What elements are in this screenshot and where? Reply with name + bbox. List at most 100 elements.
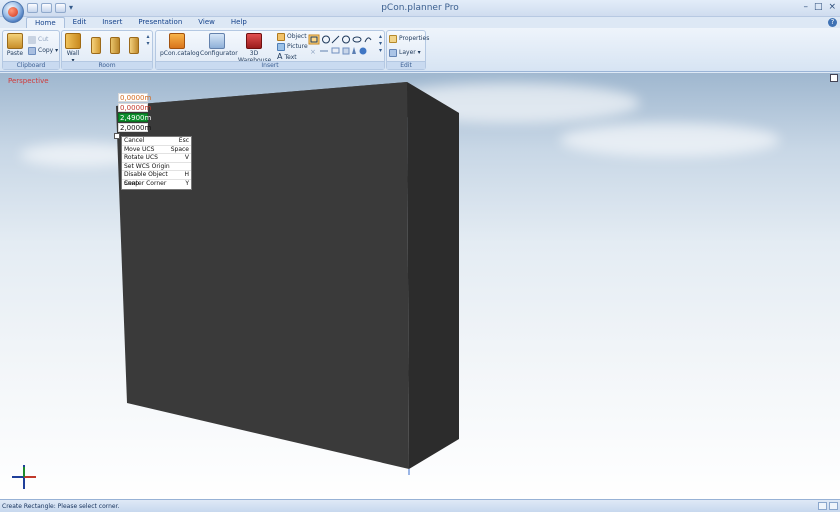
ellipse-tool-icon[interactable] [352,36,362,43]
window-icon [110,37,120,54]
opening-icon [129,37,139,54]
command-context-menu: Cancel Esc Move UCS Space Rotate UCS V Set … [121,136,192,190]
catalog-icon [169,33,185,49]
insert-object-button[interactable]: Object [277,32,307,41]
hatch-tool-icon[interactable] [342,47,350,55]
pcon-catalog-label: pCon.catalog [160,50,200,57]
3d-warehouse-button[interactable]: 3D Warehouse [238,33,271,64]
door-button[interactable] [90,37,102,55]
opening-button[interactable] [128,37,140,55]
circle-tool-icon[interactable] [322,35,330,44]
copy-button[interactable]: Copy ▾ [28,46,58,55]
paste-icon [7,33,23,49]
title-bar: ▾ pCon.planner Pro – □ × [0,0,840,17]
copy-label: Copy [38,47,54,54]
picture-icon [277,42,285,51]
menu-item-shortcut: H [184,171,189,179]
maximize-button[interactable]: □ [814,2,823,12]
object-label: Object [287,33,307,40]
insert-group: pCon.catalog Configurator 3D Warehouse O… [155,30,385,70]
properties-label: Properties [399,35,430,42]
delete-tool-icon[interactable]: × [310,48,316,56]
cut-label: Cut [38,36,49,43]
layer-icon [389,48,397,57]
arc-tool-icon[interactable] [342,35,350,44]
ribbon: Paste Cut Copy ▾ Clipboard Wall▾ ▴▾ Room [0,28,840,72]
text-label: Text [284,54,297,61]
tab-home[interactable]: Home [26,17,65,28]
dimension-input-width[interactable]: 2,0000m [118,123,151,132]
door-icon [91,37,101,54]
window-button[interactable] [109,37,121,55]
cut-button[interactable]: Cut [28,35,48,44]
axis-gizmo-icon [12,465,36,489]
context-menu-toggle-icon[interactable] [114,133,120,139]
insert-picture-button[interactable]: Picture [277,42,308,51]
help-icon[interactable]: ? [828,18,837,27]
box-side-face [407,82,459,469]
material-tool-icon[interactable] [359,47,367,55]
window-controls: – □ × [803,2,836,12]
minimize-button[interactable]: – [803,2,808,12]
dimension-input-x[interactable]: 0,0000m [118,93,151,102]
menu-item-shortcut: Esc [178,137,189,144]
menu-item-label: Move UCS [124,145,155,153]
clipboard-group: Paste Cut Copy ▾ Clipboard [2,30,60,70]
copy-icon [28,46,36,55]
configurator-button[interactable]: Configurator [200,33,238,57]
wall-button[interactable]: Wall▾ [64,33,82,64]
menu-item-label: Rotate UCS [124,154,158,162]
close-button[interactable]: × [828,2,836,12]
text-icon: A [277,52,283,61]
tab-edit[interactable]: Edit [65,17,95,28]
menu-item-set-wcs-origin[interactable]: Set WCS Origin [122,163,191,172]
label-tool-icon[interactable] [331,47,340,54]
paste-button[interactable]: Paste [6,33,24,57]
curve-tool-icon[interactable] [364,37,372,43]
line-tool-icon[interactable] [331,35,340,44]
drawing-more-button[interactable]: ▴ ▾ ▾ [377,33,384,54]
dimension-input-length[interactable]: 2,4900m [118,113,151,122]
menu-item-disable-object-snap[interactable]: Disable Object Snap H [122,171,191,187]
wall-label: Wall [66,50,80,57]
properties-icon [389,34,397,43]
dimension-input-y[interactable]: 0,0000m [118,103,151,112]
room-more-button[interactable]: ▴ ▾ [144,33,152,47]
configurator-label: Configurator [200,50,238,57]
tab-view[interactable]: View [190,17,223,28]
menu-item-move-ucs[interactable]: Move UCS Space [122,146,191,155]
room-group-label: Room [62,61,152,69]
menu-item-label: Center Corner [124,179,167,187]
tab-presentation[interactable]: Presentation [130,17,190,28]
menu-item-label: Disable Object Snap [124,171,168,187]
paste-label: Paste [6,50,24,57]
status-bar: Create Rectangle: Please select corner. [0,499,840,512]
status-toggle-icon[interactable] [818,502,827,510]
ribbon-tabs: Home Edit Insert Presentation View Help [26,17,255,28]
3d-viewport[interactable]: Perspective 0,0000m 0,0000m 2,4900m 2,00… [0,73,840,499]
warehouse-icon [246,33,262,49]
paint-tool-icon[interactable] [352,47,356,54]
warehouse-label-line1: 3D [249,50,259,57]
layer-button[interactable]: Layer ▾ [389,48,421,57]
menu-item-shortcut: Y [185,179,189,187]
pcon-catalog-button[interactable]: pCon.catalog [160,33,200,57]
status-toggle-icon[interactable] [829,502,838,510]
tab-help[interactable]: Help [223,17,255,28]
menu-item-center-corner[interactable]: Center Corner Y [122,180,191,189]
menu-item-rotate-ucs[interactable]: Rotate UCS V [122,154,191,163]
menu-item-shortcut: V [184,154,189,162]
menu-item-label: Set WCS Origin [124,162,170,170]
status-message: Create Rectangle: Please select corner. [2,503,120,510]
configurator-icon [209,33,225,49]
tab-insert[interactable]: Insert [94,17,130,28]
wall-icon [65,33,81,49]
object-icon [277,32,285,41]
scissors-icon [28,35,36,44]
properties-button[interactable]: Properties [389,34,429,43]
room-group: Wall▾ ▴▾ Room [61,30,153,70]
application-menu-button[interactable] [2,1,24,23]
menu-item-cancel[interactable]: Cancel Esc [122,137,191,146]
picture-label: Picture [287,43,308,50]
menu-item-label: Cancel [124,137,145,144]
